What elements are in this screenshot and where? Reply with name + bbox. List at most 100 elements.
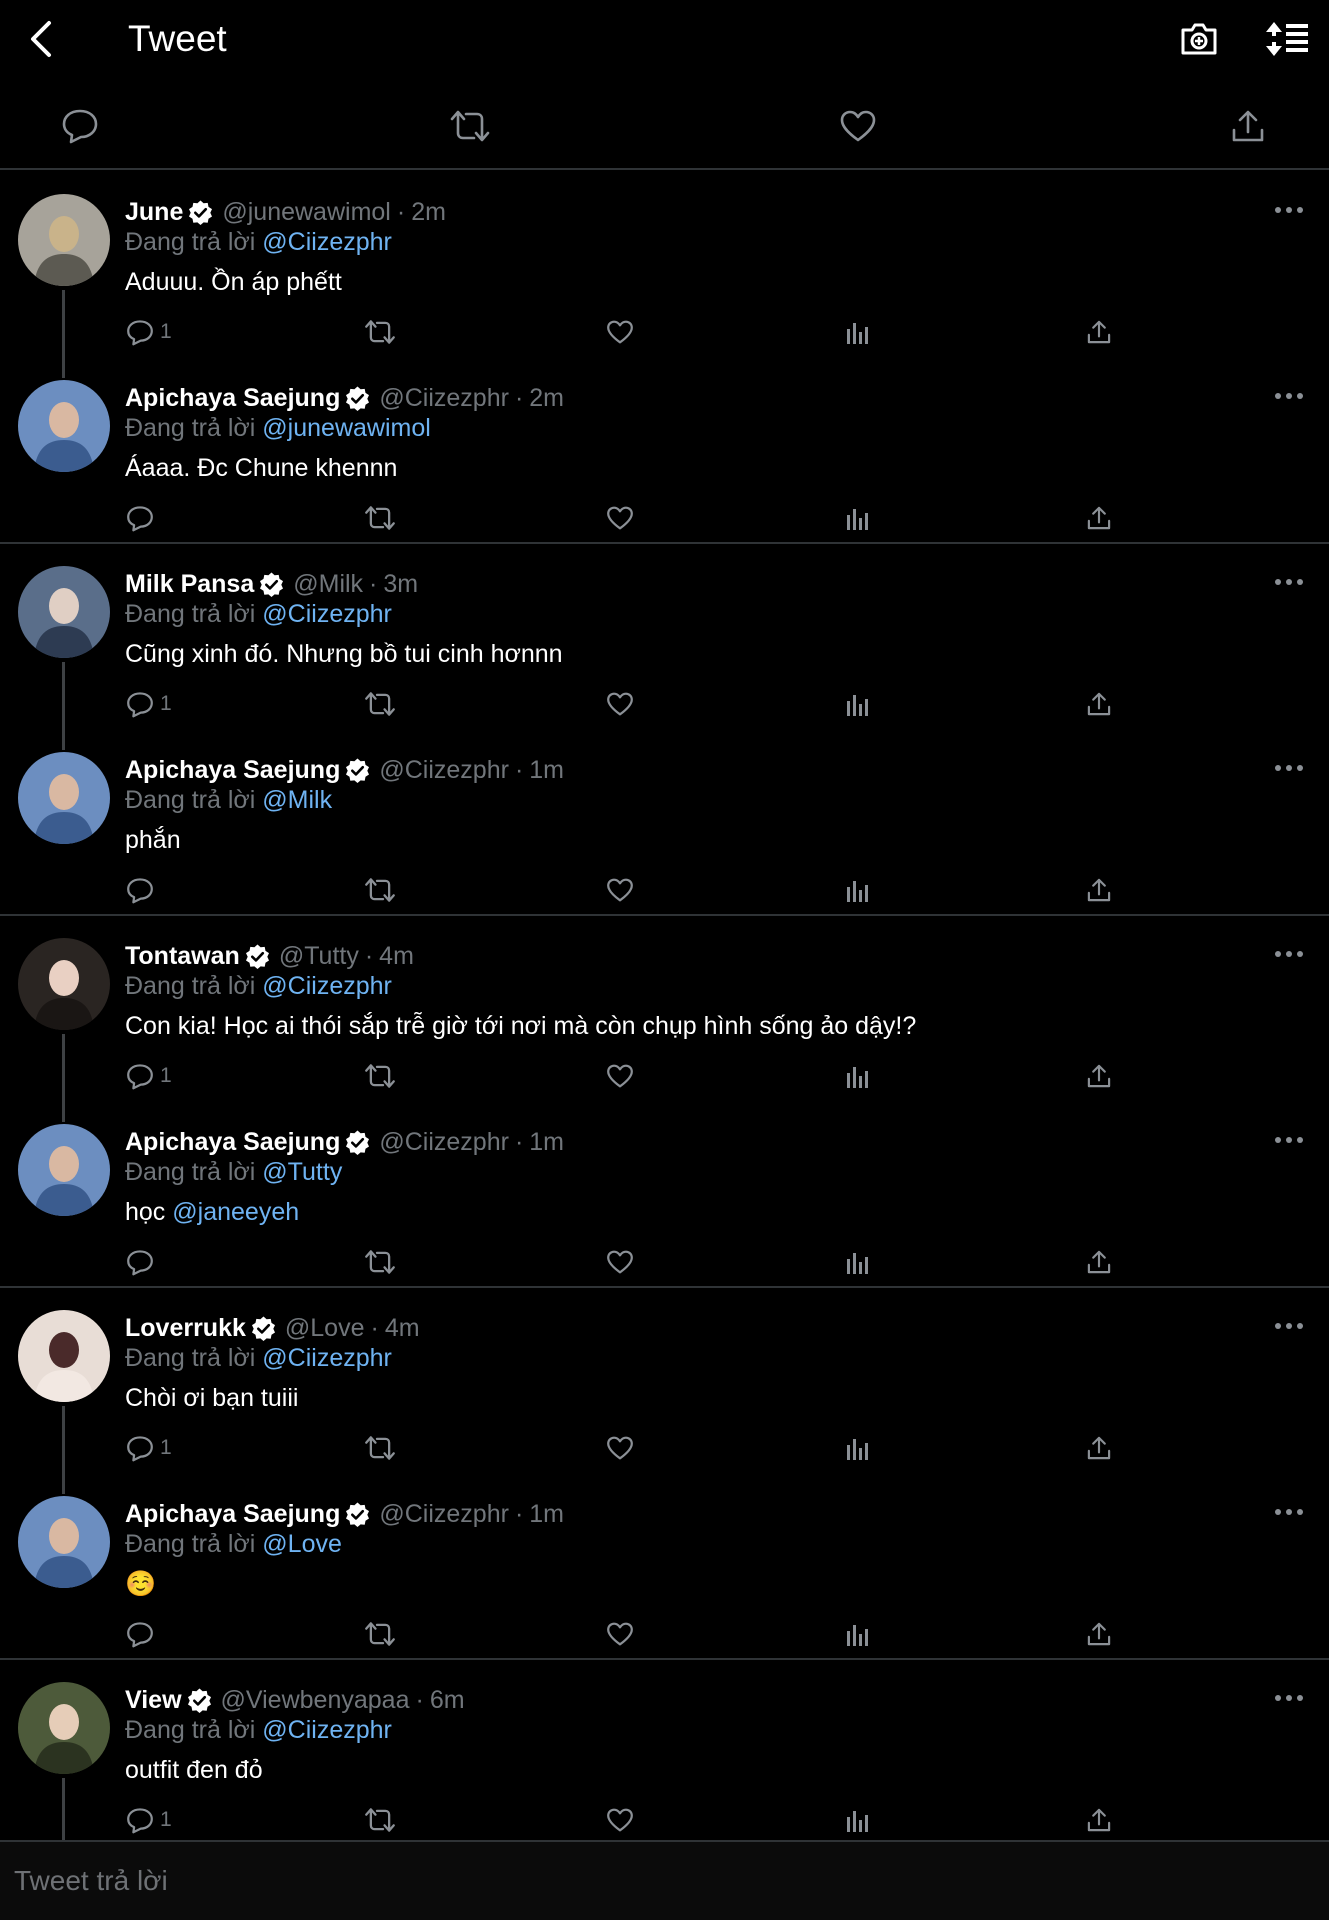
like-button[interactable]: [606, 1056, 634, 1096]
reply-button[interactable]: [126, 870, 154, 910]
author-handle[interactable]: @Ciizezphr: [379, 1498, 509, 1530]
reply-button[interactable]: 1: [126, 1428, 172, 1468]
views-button[interactable]: [846, 870, 870, 910]
views-button[interactable]: [846, 684, 870, 724]
avatar[interactable]: [18, 1310, 110, 1402]
views-button[interactable]: [846, 1242, 870, 1282]
share-button[interactable]: [1086, 312, 1112, 352]
more-options-button[interactable]: [1271, 198, 1307, 222]
share-button[interactable]: [1086, 1056, 1112, 1096]
share-button[interactable]: [1086, 1242, 1112, 1282]
share-button[interactable]: [1086, 1614, 1112, 1654]
retweet-button[interactable]: [364, 1056, 396, 1096]
sort-replies-button[interactable]: [1262, 14, 1312, 64]
author-name[interactable]: Apichaya Saejung: [125, 382, 340, 414]
retweet-button[interactable]: [364, 870, 396, 910]
retweet-button[interactable]: [364, 1242, 396, 1282]
like-button[interactable]: [606, 1800, 634, 1840]
avatar[interactable]: [18, 194, 110, 286]
author-name[interactable]: Loverrukk: [125, 1312, 246, 1344]
retweet-button[interactable]: [364, 684, 396, 724]
more-options-button[interactable]: [1271, 1314, 1307, 1338]
reply-button[interactable]: [126, 1242, 154, 1282]
author-handle[interactable]: @Love: [285, 1312, 365, 1344]
tweet-mention-link[interactable]: @janeeyeh: [172, 1198, 299, 1226]
avatar[interactable]: [18, 1496, 110, 1588]
author-name[interactable]: Apichaya Saejung: [125, 1126, 340, 1158]
replying-to-mention[interactable]: @Milk: [262, 786, 332, 814]
avatar[interactable]: [18, 938, 110, 1030]
retweet-button[interactable]: [364, 1428, 396, 1468]
author-handle[interactable]: @Ciizezphr: [379, 1126, 509, 1158]
like-button[interactable]: [606, 498, 634, 538]
like-button[interactable]: [606, 1428, 634, 1468]
replying-to-mention[interactable]: @Tutty: [262, 1158, 342, 1186]
avatar[interactable]: [18, 1682, 110, 1774]
reply-button[interactable]: 1: [126, 1800, 172, 1840]
more-options-button[interactable]: [1271, 756, 1307, 780]
like-button[interactable]: [606, 312, 634, 352]
author-name[interactable]: Tontawan: [125, 940, 240, 972]
back-button[interactable]: [18, 14, 62, 64]
share-button[interactable]: [1224, 102, 1272, 150]
retweet-button[interactable]: [364, 1614, 396, 1654]
author-handle[interactable]: @Ciizezphr: [379, 754, 509, 786]
more-options-button[interactable]: [1271, 1128, 1307, 1152]
author-name[interactable]: June: [125, 196, 183, 228]
more-options-button[interactable]: [1271, 570, 1307, 594]
like-button[interactable]: [606, 1242, 634, 1282]
replying-to-mention[interactable]: @Ciizezphr: [262, 1344, 392, 1372]
author-name[interactable]: Milk Pansa: [125, 568, 254, 600]
share-button[interactable]: [1086, 1800, 1112, 1840]
like-button[interactable]: [606, 1614, 634, 1654]
reply-button[interactable]: [56, 102, 104, 150]
more-options-button[interactable]: [1271, 1500, 1307, 1524]
reply-button[interactable]: 1: [126, 312, 172, 352]
share-button[interactable]: [1086, 1428, 1112, 1468]
views-button[interactable]: [846, 312, 870, 352]
author-name[interactable]: Apichaya Saejung: [125, 1498, 340, 1530]
author-handle[interactable]: @Tutty: [279, 940, 359, 972]
author-name[interactable]: Apichaya Saejung: [125, 754, 340, 786]
share-button[interactable]: [1086, 498, 1112, 538]
views-button[interactable]: [846, 1428, 870, 1468]
replying-to-mention[interactable]: @Ciizezphr: [262, 600, 392, 628]
views-button[interactable]: [846, 1614, 870, 1654]
replying-to-mention[interactable]: @Ciizezphr: [262, 1716, 392, 1744]
more-options-button[interactable]: [1271, 1686, 1307, 1710]
reply-button[interactable]: 1: [126, 1056, 172, 1096]
retweet-button[interactable]: [364, 1800, 396, 1840]
avatar[interactable]: [18, 566, 110, 658]
replying-to-mention[interactable]: @Ciizezphr: [262, 972, 392, 1000]
reply-button[interactable]: [126, 498, 154, 538]
reply-button[interactable]: [126, 1614, 154, 1654]
share-button[interactable]: [1086, 684, 1112, 724]
views-button[interactable]: [846, 1800, 870, 1840]
tweet-text: phắn: [125, 824, 181, 856]
more-options-button[interactable]: [1271, 384, 1307, 408]
views-button[interactable]: [846, 1056, 870, 1096]
retweet-button[interactable]: [446, 102, 494, 150]
author-handle[interactable]: @Viewbenyapaa: [221, 1684, 410, 1716]
avatar[interactable]: [18, 380, 110, 472]
views-button[interactable]: [846, 498, 870, 538]
like-button[interactable]: [606, 870, 634, 910]
replying-to-mention[interactable]: @Love: [262, 1530, 342, 1558]
like-button[interactable]: [834, 102, 882, 150]
retweet-button[interactable]: [364, 312, 396, 352]
replying-to-mention[interactable]: @Ciizezphr: [262, 228, 392, 256]
avatar[interactable]: [18, 752, 110, 844]
share-button[interactable]: [1086, 870, 1112, 910]
author-handle[interactable]: @Ciizezphr: [379, 382, 509, 414]
reply-input[interactable]: [14, 1860, 1304, 1902]
author-handle[interactable]: @Milk: [293, 568, 363, 600]
author-name[interactable]: View: [125, 1684, 182, 1716]
camera-button[interactable]: [1176, 14, 1222, 64]
reply-button[interactable]: 1: [126, 684, 172, 724]
more-options-button[interactable]: [1271, 942, 1307, 966]
retweet-button[interactable]: [364, 498, 396, 538]
like-button[interactable]: [606, 684, 634, 724]
author-handle[interactable]: @junewawimol: [222, 196, 391, 228]
avatar[interactable]: [18, 1124, 110, 1216]
replying-to-mention[interactable]: @junewawimol: [262, 414, 431, 442]
